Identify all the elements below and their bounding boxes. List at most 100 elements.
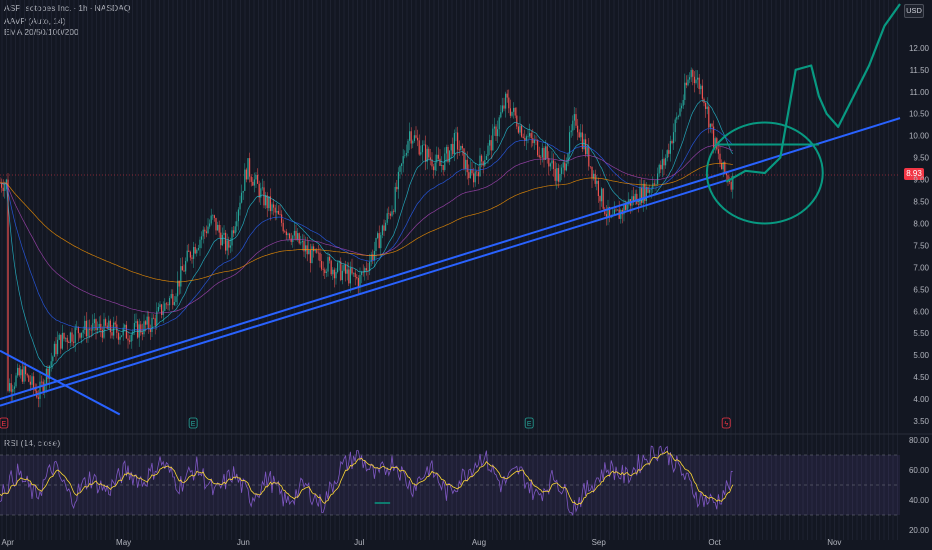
candle-body — [157, 306, 159, 312]
candle-body — [141, 332, 143, 335]
event-marker-label: E — [2, 421, 7, 428]
price-tick-label: 9.50 — [913, 154, 929, 163]
rsi-tick-label: 80.00 — [909, 436, 930, 445]
candle-body — [31, 376, 33, 385]
candle-body — [225, 232, 227, 251]
candle-body — [258, 183, 260, 198]
event-marker-label: ϟ — [724, 421, 728, 428]
candle-body — [309, 249, 311, 263]
candle-body — [356, 277, 358, 278]
candle-body — [194, 247, 196, 254]
candle-body — [343, 264, 345, 271]
candle-body — [450, 144, 452, 151]
candle-body — [143, 321, 145, 335]
candle-body — [597, 180, 599, 196]
candle-body — [212, 215, 214, 216]
candle-body — [572, 120, 574, 131]
candle-body — [301, 240, 303, 243]
candle-body — [221, 234, 223, 246]
candle-body — [341, 270, 343, 281]
candle-body — [90, 329, 92, 331]
candle-body — [202, 229, 204, 237]
candle-body — [213, 215, 215, 218]
candle-body — [668, 150, 670, 154]
candle-body — [690, 70, 692, 78]
candle-body — [522, 136, 524, 138]
candle-body — [33, 376, 35, 388]
time-tick-label: Sep — [592, 538, 607, 547]
candle-body — [517, 126, 519, 133]
candle-body — [239, 202, 241, 210]
candle-body — [106, 325, 108, 329]
candle-body — [292, 235, 294, 242]
candle-body — [378, 233, 380, 249]
candle-body — [137, 321, 139, 338]
candle-body — [135, 321, 137, 323]
candle-body — [181, 266, 183, 271]
price-tick-label: 7.50 — [913, 241, 929, 250]
candle-body — [345, 264, 347, 274]
candle-body — [461, 145, 463, 149]
candle-body — [663, 159, 665, 166]
candle-body — [153, 317, 155, 319]
candle-body — [420, 152, 422, 155]
candle-body — [161, 304, 163, 315]
candle-body — [460, 145, 462, 151]
candle-body — [305, 245, 307, 252]
candle-body — [388, 213, 390, 214]
candle-body — [642, 183, 644, 203]
candle-body — [647, 187, 649, 193]
candle-body — [697, 77, 699, 80]
candle-body — [50, 361, 52, 366]
candle-body — [636, 193, 638, 205]
candle-body — [228, 240, 230, 248]
candle-body — [217, 224, 219, 231]
candle-body — [556, 168, 558, 181]
candle-body — [273, 204, 275, 208]
drawings[interactable] — [0, 3, 901, 416]
candle-body — [233, 230, 235, 234]
candle-body — [551, 160, 553, 164]
candle-body — [265, 195, 267, 206]
candle-body — [500, 112, 502, 118]
candle-body — [413, 135, 415, 142]
candle-body — [615, 209, 617, 211]
candle-body — [567, 153, 569, 164]
event-marker-label: E — [191, 421, 196, 428]
candle-body — [193, 247, 195, 259]
candle-body — [252, 181, 254, 186]
candle-body — [418, 140, 420, 155]
candle-body — [268, 196, 270, 209]
candle-body — [421, 145, 423, 153]
candle-body — [385, 222, 387, 231]
candle-body — [73, 341, 75, 343]
candle-body — [490, 140, 492, 151]
candle-body — [650, 189, 652, 190]
candle-body — [468, 172, 470, 179]
candle-body — [706, 106, 708, 109]
candle-body — [218, 224, 220, 233]
candle-body — [513, 107, 515, 112]
candle-body — [575, 114, 577, 126]
candle-body — [687, 79, 689, 86]
candle-body — [253, 179, 255, 186]
candle-body — [279, 214, 281, 215]
candle-body — [386, 213, 388, 223]
candle-body — [20, 369, 22, 376]
candle-body — [210, 215, 212, 224]
candle-body — [588, 146, 590, 167]
price-tick-label: 10.00 — [909, 132, 930, 141]
candle-body — [705, 103, 707, 109]
candle-body — [372, 254, 374, 261]
price-tick-label: 11.50 — [910, 66, 930, 75]
candle-body — [639, 187, 641, 205]
candle-body — [565, 163, 567, 171]
candle-body — [17, 367, 19, 376]
candle-body — [669, 141, 671, 154]
candle-body — [497, 129, 499, 137]
price-chart[interactable]: 12.00 11.50 11.00 10.50 10.00 9.50 9.00 8.50 8.0… — [0, 0, 932, 550]
candle-body — [377, 233, 379, 238]
candle-body — [327, 257, 329, 272]
candle-body — [559, 173, 561, 182]
candle-body — [433, 166, 435, 171]
